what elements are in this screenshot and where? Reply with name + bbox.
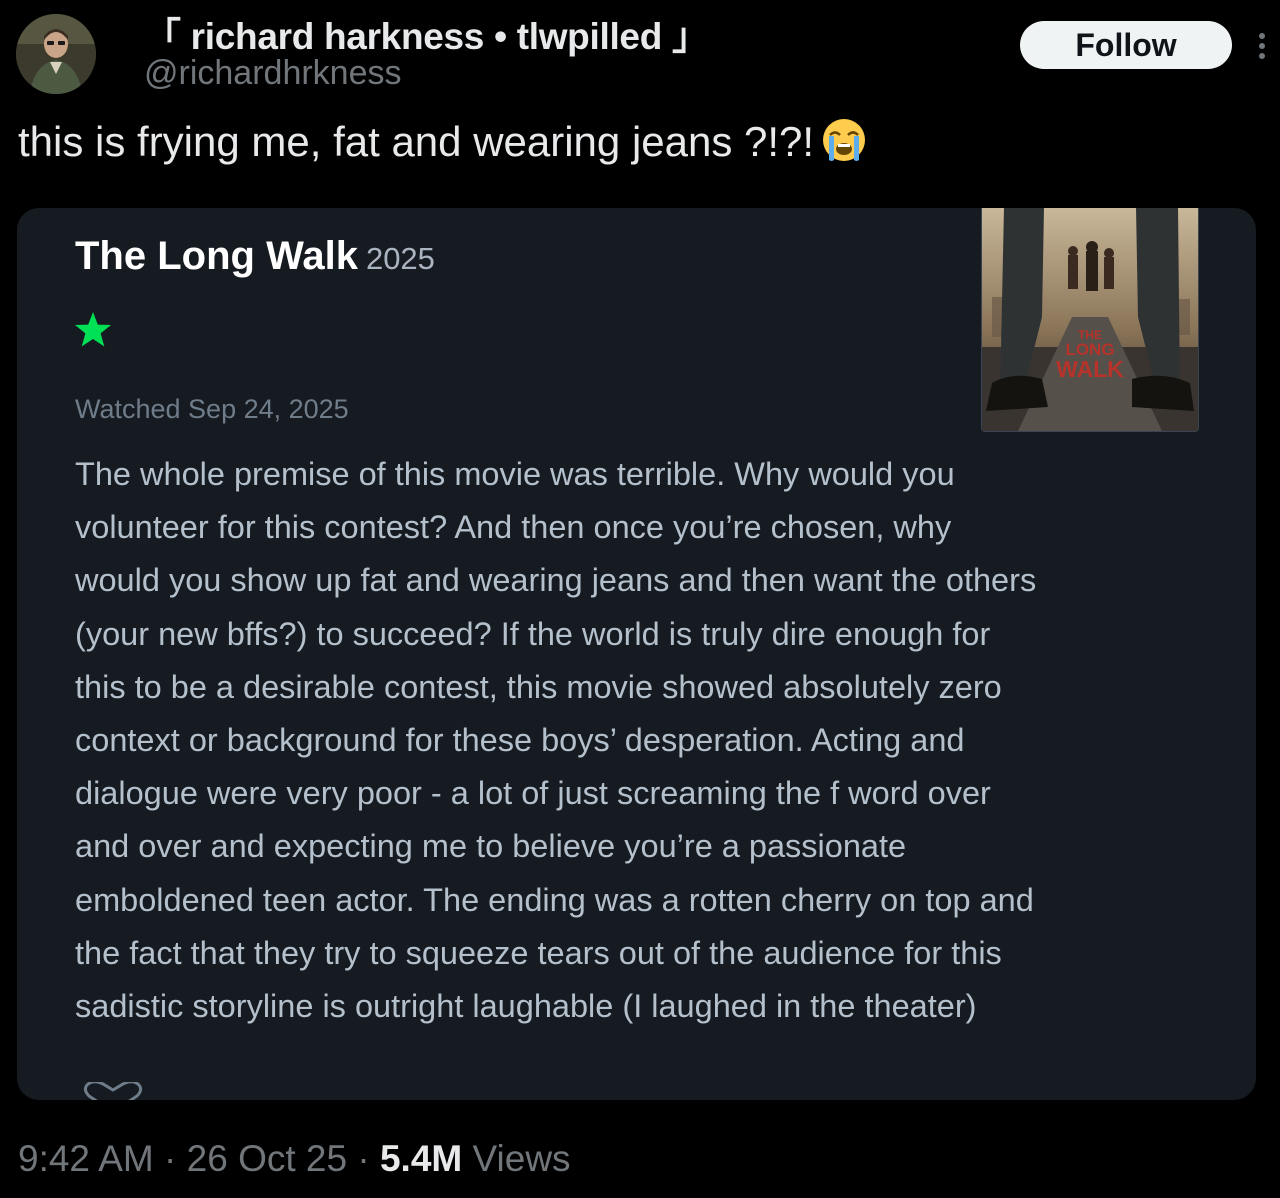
author-display-name[interactable]: 「 richard harkness • tlwpilled 」 xyxy=(144,6,709,60)
more-options-icon[interactable] xyxy=(1256,30,1268,62)
review-line: dialogue were very poor - a lot of just … xyxy=(75,775,991,812)
tweet-text: this is frying me, fat and wearing jeans… xyxy=(18,116,868,166)
tweet-time[interactable]: 9:42 AM xyxy=(18,1138,154,1179)
review-line: volunteer for this contest? And then onc… xyxy=(75,509,952,546)
review-line: would you show up fat and wearing jeans … xyxy=(75,562,1037,599)
rating-star-icon xyxy=(75,312,111,347)
follow-button[interactable]: Follow xyxy=(1020,21,1232,69)
movie-poster-image: THE LONG WALK xyxy=(982,208,1198,431)
movie-poster: THE LONG WALK xyxy=(981,208,1199,432)
review-line: (your new bffs?) to succeed? If the worl… xyxy=(75,615,991,652)
review-card[interactable]: The Long Walk 2025 Watched Sep 24, 2025 T… xyxy=(17,208,1256,1100)
tweet-date[interactable]: 26 Oct 25 xyxy=(187,1138,347,1179)
avatar-photo xyxy=(16,14,96,94)
poster-title-line: WALK xyxy=(1056,356,1124,382)
movie-year: 2025 xyxy=(365,241,435,276)
review-line: sadistic storyline is outright laughable… xyxy=(75,988,977,1025)
review-line: and over and expecting me to believe you… xyxy=(75,828,907,865)
avatar[interactable] xyxy=(16,14,96,94)
meta-separator: · xyxy=(153,1138,187,1179)
views-count: 5.4M xyxy=(379,1138,463,1179)
review-line: The whole premise of this movie was terr… xyxy=(75,456,955,492)
tweet-text-content: this is frying me, fat and wearing jeans… xyxy=(18,118,815,165)
like-heart-icon[interactable] xyxy=(83,1082,383,1100)
movie-name: The Long Walk xyxy=(75,234,358,278)
review-line: emboldened teen actor. The ending was a … xyxy=(75,881,1034,918)
review-text: The whole premise of this movie was terr… xyxy=(75,448,1215,1033)
watched-date: Watched Sep 24, 2025 xyxy=(75,394,349,424)
meta-separator: · xyxy=(347,1138,380,1179)
author-handle[interactable]: @richardhrkness xyxy=(144,54,402,93)
views-label: Views xyxy=(462,1138,571,1179)
tweet-metadata: 9:42 AM · 26 Oct 25 · 5.4M Views xyxy=(18,1138,571,1180)
movie-title: The Long Walk 2025 xyxy=(75,234,435,279)
loudly-crying-face-icon xyxy=(823,119,866,161)
review-line: this to be a desirable contest, this mov… xyxy=(75,668,1002,705)
review-line: the fact that they try to squeeze tears … xyxy=(75,934,1002,971)
review-line: context or background for these boys’ de… xyxy=(75,722,965,759)
